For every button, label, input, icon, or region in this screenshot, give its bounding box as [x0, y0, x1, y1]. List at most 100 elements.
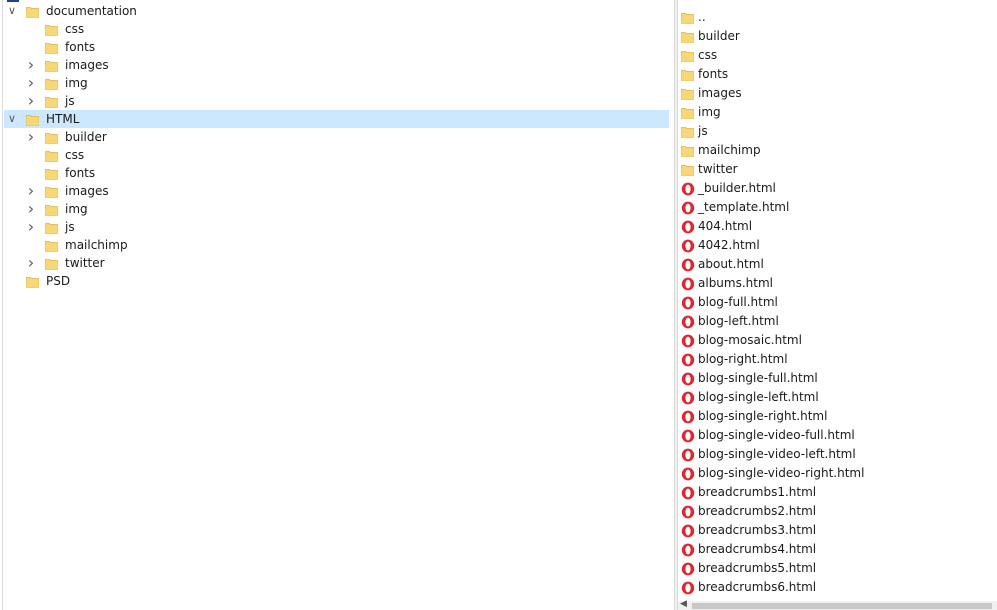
file-name: blog-mosaic.html	[698, 333, 802, 347]
opera-browser-icon	[681, 467, 695, 481]
folder-icon	[45, 131, 58, 144]
chevron-down-icon[interactable]: ∨	[5, 2, 19, 20]
opera-browser-icon	[681, 201, 695, 215]
folder-icon	[45, 95, 58, 108]
folder-tree-pane[interactable]: ∨ documentation css fonts › images › img › js ∨ HTM…	[0, 0, 674, 610]
tree-item[interactable]: fonts	[4, 164, 669, 182]
file-list-item[interactable]: blog-full.html	[678, 293, 978, 312]
file-name: images	[698, 86, 742, 100]
tree-item[interactable]: ∨ documentation	[4, 2, 669, 20]
tree-item-label: js	[65, 94, 75, 108]
file-list-item[interactable]: 4042.html	[678, 236, 978, 255]
tree-item[interactable]: › js	[4, 218, 669, 236]
file-list-item[interactable]: breadcrumbs5.html	[678, 559, 978, 578]
file-list-item[interactable]: blog-single-right.html	[678, 407, 978, 426]
tree-item[interactable]: css	[4, 20, 669, 38]
file-list-item[interactable]: blog-single-video-left.html	[678, 445, 978, 464]
tree-item-label: mailchimp	[65, 238, 128, 252]
chevron-right-icon[interactable]: ›	[24, 254, 38, 272]
opera-browser-icon	[681, 296, 695, 310]
file-list-item[interactable]: mailchimp	[678, 141, 978, 160]
tree-item-label: images	[65, 184, 109, 198]
file-list-item[interactable]: _template.html	[678, 198, 978, 217]
file-list-item[interactable]: breadcrumbs6.html	[678, 578, 978, 597]
scroll-left-icon[interactable]: ◀	[680, 599, 690, 609]
file-name: twitter	[698, 162, 738, 176]
opera-browser-icon	[681, 277, 695, 291]
chevron-right-icon[interactable]: ›	[24, 74, 38, 92]
chevron-right-icon[interactable]: ›	[24, 56, 38, 74]
file-list-item[interactable]: blog-single-left.html	[678, 388, 978, 407]
folder-icon	[681, 144, 695, 158]
tree-item[interactable]: fonts	[4, 38, 669, 56]
folder-icon	[681, 30, 695, 44]
file-name: breadcrumbs4.html	[698, 542, 817, 556]
tree-item[interactable]: › twitter	[4, 254, 669, 272]
file-name: css	[698, 48, 718, 62]
opera-browser-icon	[681, 448, 695, 462]
file-list-item[interactable]: fonts	[678, 65, 978, 84]
file-list-item[interactable]: images	[678, 84, 978, 103]
file-list-item[interactable]: blog-left.html	[678, 312, 978, 331]
tree-item[interactable]: mailchimp	[4, 236, 669, 254]
chevron-right-icon[interactable]: ›	[24, 92, 38, 110]
tree-item[interactable]: › builder	[4, 128, 669, 146]
file-list-item[interactable]: breadcrumbs1.html	[678, 483, 978, 502]
file-list-item[interactable]: 404.html	[678, 217, 978, 236]
file-list-item[interactable]: albums.html	[678, 274, 978, 293]
file-name: breadcrumbs2.html	[698, 504, 817, 518]
file-name: _template.html	[698, 200, 790, 214]
file-list-item[interactable]: img	[678, 103, 978, 122]
chevron-right-icon[interactable]: ›	[24, 218, 38, 236]
file-name: builder	[698, 29, 740, 43]
file-list-item[interactable]: blog-mosaic.html	[678, 331, 978, 350]
tree-item[interactable]: › images	[4, 182, 669, 200]
tree-item[interactable]: › images	[4, 56, 669, 74]
file-list-item[interactable]: breadcrumbs2.html	[678, 502, 978, 521]
tree-item[interactable]: › img	[4, 74, 669, 92]
file-list-item[interactable]: blog-single-video-right.html	[678, 464, 978, 483]
folder-icon	[45, 257, 58, 270]
file-name: breadcrumbs6.html	[698, 580, 817, 594]
scrollbar-thumb[interactable]	[692, 603, 992, 609]
tree-item-label: documentation	[46, 4, 137, 18]
file-name: js	[698, 124, 708, 138]
file-list-item[interactable]: about.html	[678, 255, 978, 274]
file-list-pane[interactable]: .. builder css fonts images img js mailchimp twi…	[678, 0, 997, 610]
opera-browser-icon	[681, 524, 695, 538]
file-list-item[interactable]: _builder.html	[678, 179, 978, 198]
file-list-item[interactable]: blog-right.html	[678, 350, 978, 369]
folder-icon	[45, 167, 58, 180]
file-list-item[interactable]: ..	[678, 8, 978, 27]
tree-item[interactable]: PSD	[4, 272, 669, 290]
tree-item[interactable]: ∨ HTML	[4, 110, 669, 128]
file-list-item[interactable]: blog-single-video-full.html	[678, 426, 978, 445]
file-list-item[interactable]: js	[678, 122, 978, 141]
folder-icon	[45, 203, 58, 216]
folder-icon	[45, 23, 58, 36]
folder-icon	[45, 59, 58, 72]
file-name: blog-full.html	[698, 295, 778, 309]
file-name: blog-right.html	[698, 352, 788, 366]
tree-item-label: css	[65, 148, 85, 162]
file-name: blog-single-left.html	[698, 390, 819, 404]
chevron-down-icon[interactable]: ∨	[5, 110, 19, 128]
file-list-item[interactable]: breadcrumbs4.html	[678, 540, 978, 559]
file-list-item[interactable]: blog-single-full.html	[678, 369, 978, 388]
file-list-item[interactable]: breadcrumbs3.html	[678, 521, 978, 540]
opera-browser-icon	[681, 486, 695, 500]
chevron-right-icon[interactable]: ›	[24, 128, 38, 146]
chevron-right-icon[interactable]: ›	[24, 200, 38, 218]
folder-icon	[26, 275, 39, 288]
folder-icon	[681, 11, 695, 25]
file-list-item[interactable]: builder	[678, 27, 978, 46]
horizontal-scrollbar[interactable]: ◀	[678, 599, 997, 610]
tree-item[interactable]: css	[4, 146, 669, 164]
tree-item[interactable]: › img	[4, 200, 669, 218]
tree-item[interactable]: › js	[4, 92, 669, 110]
file-list-item[interactable]: twitter	[678, 160, 978, 179]
file-name: breadcrumbs1.html	[698, 485, 817, 499]
folder-icon	[45, 77, 58, 90]
chevron-right-icon[interactable]: ›	[24, 182, 38, 200]
file-list-item[interactable]: css	[678, 46, 978, 65]
